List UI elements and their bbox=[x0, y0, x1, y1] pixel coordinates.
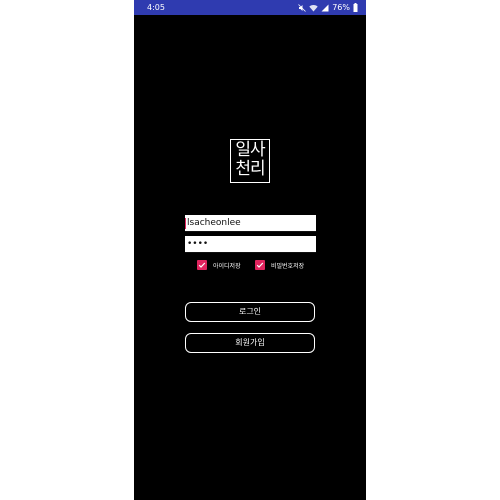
app-screen: 4:05 76% 일사 천리 아이디저장 bbox=[134, 0, 366, 500]
signup-button[interactable]: 회원가입 bbox=[185, 333, 315, 353]
save-id-checkbox-row[interactable]: 아이디저장 bbox=[197, 259, 241, 271]
status-icons: 76% bbox=[298, 2, 358, 13]
app-logo: 일사 천리 bbox=[230, 139, 270, 183]
save-id-checkbox[interactable] bbox=[197, 260, 207, 270]
save-password-checkbox[interactable] bbox=[255, 260, 265, 270]
status-bar: 4:05 76% bbox=[134, 0, 366, 15]
check-icon bbox=[198, 262, 206, 268]
status-time: 4:05 bbox=[147, 3, 165, 12]
login-button[interactable]: 로그인 bbox=[185, 302, 315, 322]
logo-line-2: 천리 bbox=[235, 159, 265, 179]
signal-icon bbox=[321, 4, 329, 12]
password-field[interactable] bbox=[185, 236, 316, 253]
save-id-label: 아이디저장 bbox=[213, 262, 241, 270]
battery-percent: 76% bbox=[332, 3, 350, 12]
save-password-label: 비밀번호저장 bbox=[271, 262, 305, 270]
id-input[interactable] bbox=[185, 215, 316, 231]
password-input[interactable] bbox=[185, 236, 316, 252]
save-password-checkbox-row[interactable]: 비밀번호저장 bbox=[255, 259, 304, 271]
mute-icon bbox=[298, 3, 307, 12]
battery-icon bbox=[353, 3, 358, 12]
wifi-icon bbox=[309, 4, 318, 12]
logo-line-1: 일사 bbox=[235, 140, 265, 160]
id-field[interactable] bbox=[185, 215, 316, 232]
check-icon bbox=[256, 262, 264, 268]
